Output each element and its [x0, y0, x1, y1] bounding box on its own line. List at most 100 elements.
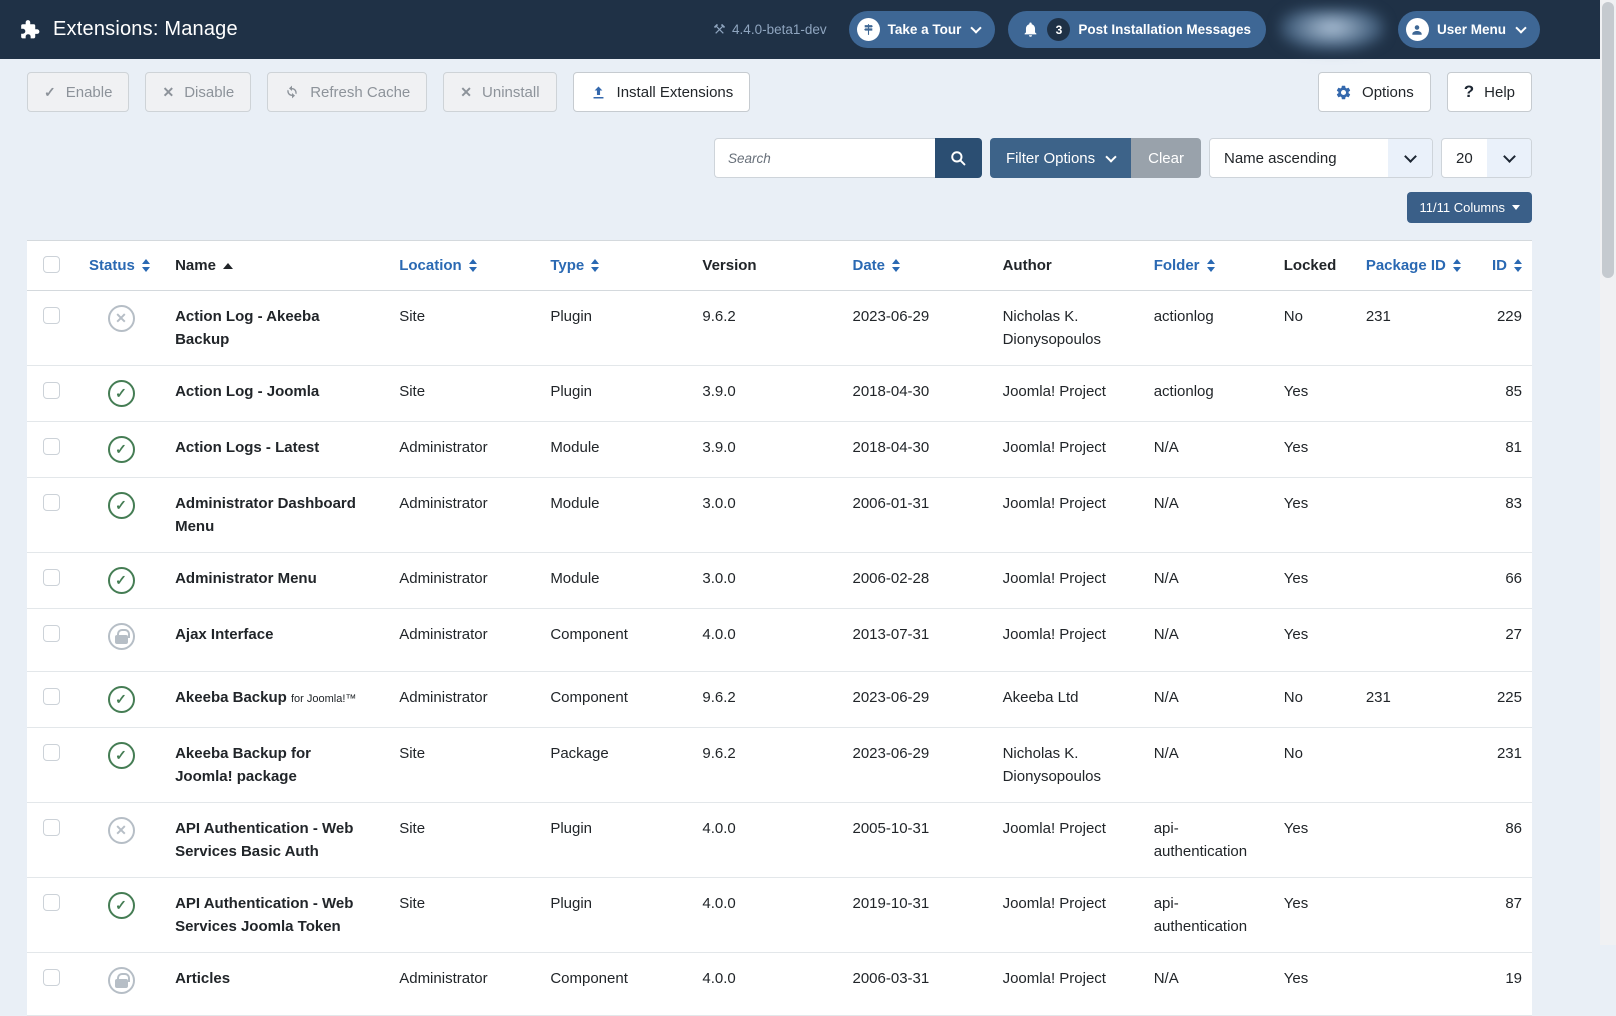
cell-location: Administrator: [391, 609, 542, 672]
column-sort-package-id[interactable]: Package ID: [1366, 257, 1461, 274]
uninstall-button[interactable]: ✕ Uninstall: [443, 72, 556, 112]
status-icon[interactable]: [108, 380, 135, 407]
status-icon[interactable]: [108, 567, 135, 594]
row-checkbox[interactable]: [43, 819, 60, 836]
cell-id: 87: [1480, 878, 1532, 953]
row-checkbox[interactable]: [43, 569, 60, 586]
column-sort-name[interactable]: Name: [175, 257, 233, 274]
cell-package-id: [1358, 953, 1480, 1016]
sort-icon: [892, 259, 900, 272]
sort-icon: [142, 259, 150, 272]
row-checkbox[interactable]: [43, 307, 60, 324]
cell-id: 27: [1480, 609, 1532, 672]
cell-type: Plugin: [542, 291, 694, 366]
cell-folder: api-authentication: [1146, 803, 1276, 878]
site-name-blurred[interactable]: [1279, 9, 1385, 51]
cell-folder: N/A: [1146, 553, 1276, 609]
table-row: Akeeba Backup for Joomla!™ Administrator…: [27, 672, 1532, 728]
cell-type: Component: [542, 953, 694, 1016]
cell-locked: Yes: [1276, 366, 1358, 422]
row-checkbox[interactable]: [43, 494, 60, 511]
status-icon[interactable]: [108, 436, 135, 463]
row-checkbox[interactable]: [43, 744, 60, 761]
extension-name: Action Log - Akeeba Backup: [175, 308, 319, 348]
status-icon[interactable]: [108, 892, 135, 919]
row-checkbox[interactable]: [43, 382, 60, 399]
cell-location: Site: [391, 291, 542, 366]
cell-author: Joomla! Project: [995, 478, 1146, 553]
cell-package-id: [1358, 553, 1480, 609]
cell-folder: N/A: [1146, 672, 1276, 728]
status-icon[interactable]: [108, 817, 135, 844]
user-menu-button[interactable]: User Menu: [1398, 11, 1540, 48]
row-checkbox[interactable]: [43, 438, 60, 455]
sort-order-select[interactable]: Name ascending: [1209, 138, 1433, 178]
clear-button[interactable]: Clear: [1131, 138, 1201, 178]
status-icon[interactable]: [108, 305, 135, 332]
row-checkbox[interactable]: [43, 625, 60, 642]
column-sort-id[interactable]: ID: [1492, 257, 1522, 274]
take-a-tour-button[interactable]: Take a Tour: [849, 11, 996, 48]
cell-date: 2018-04-30: [845, 366, 995, 422]
bell-icon: [1022, 21, 1039, 38]
x-icon: ✕: [460, 84, 472, 101]
filter-bar: Filter Options Clear Name ascending 20: [27, 138, 1532, 178]
cell-date: 2006-03-31: [845, 953, 995, 1016]
filter-options-button[interactable]: Filter Options: [990, 138, 1131, 178]
status-icon[interactable]: [108, 967, 135, 994]
options-button[interactable]: Options: [1318, 72, 1431, 112]
status-icon[interactable]: [108, 623, 135, 650]
cell-id: 86: [1480, 803, 1532, 878]
row-checkbox[interactable]: [43, 969, 60, 986]
column-locked: Locked: [1284, 257, 1337, 274]
search-input[interactable]: [714, 138, 935, 178]
sort-icon: [1207, 259, 1215, 272]
install-extensions-button[interactable]: Install Extensions: [573, 72, 751, 112]
cell-locked: Yes: [1276, 803, 1358, 878]
columns-toggle-button[interactable]: 11/11 Columns: [1407, 192, 1532, 223]
post-installation-messages-button[interactable]: 3 Post Installation Messages: [1008, 11, 1266, 48]
cell-locked: Yes: [1276, 878, 1358, 953]
row-checkbox[interactable]: [43, 688, 60, 705]
signpost-icon: [857, 18, 880, 41]
page-scrollbar[interactable]: [1600, 0, 1616, 945]
search-button[interactable]: [935, 138, 982, 178]
page-title: Extensions: Manage: [53, 18, 238, 41]
cell-date: 2023-06-29: [845, 728, 995, 803]
disable-button[interactable]: ✕ Disable: [145, 72, 251, 112]
status-icon[interactable]: [108, 492, 135, 519]
cell-author: Joomla! Project: [995, 366, 1146, 422]
topbar-actions: 4.4.0-beta1-dev Take a Tour 3 Post Insta…: [713, 9, 1540, 51]
extension-name: Administrator Menu: [175, 570, 317, 587]
column-sort-status[interactable]: Status: [89, 257, 150, 274]
table-row: Akeeba Backup for Joomla! package Site P…: [27, 728, 1532, 803]
list-limit-select[interactable]: 20: [1441, 138, 1532, 178]
table-row: Action Log - Akeeba Backup Site Plugin 9…: [27, 291, 1532, 366]
extension-name: API Authentication - Web Services Basic …: [175, 820, 353, 860]
select-all-checkbox[interactable]: [43, 256, 60, 273]
column-sort-type[interactable]: Type: [550, 257, 599, 274]
cell-type: Plugin: [542, 803, 694, 878]
status-icon[interactable]: [108, 742, 135, 769]
top-bar: Extensions: Manage 4.4.0-beta1-dev Take …: [0, 0, 1616, 59]
column-sort-folder[interactable]: Folder: [1154, 257, 1215, 274]
cell-type: Component: [542, 609, 694, 672]
help-button[interactable]: ? Help: [1447, 72, 1532, 112]
scrollbar-thumb[interactable]: [1602, 2, 1614, 278]
enable-button[interactable]: ✓ Enable: [27, 72, 129, 112]
cell-id: 225: [1480, 672, 1532, 728]
table-row: Action Logs - Latest Administrator Modul…: [27, 422, 1532, 478]
cell-locked: Yes: [1276, 609, 1358, 672]
cell-author: Joomla! Project: [995, 878, 1146, 953]
refresh-cache-button[interactable]: Refresh Cache: [267, 72, 427, 112]
row-checkbox[interactable]: [43, 894, 60, 911]
cell-date: 2013-07-31: [845, 609, 995, 672]
column-sort-location[interactable]: Location: [399, 257, 477, 274]
sort-icon: [1453, 259, 1461, 272]
check-icon: ✓: [44, 84, 56, 101]
cell-date: 2023-06-29: [845, 672, 995, 728]
status-icon[interactable]: [108, 686, 135, 713]
column-sort-date[interactable]: Date: [853, 257, 901, 274]
table-row: Ajax Interface Administrator Component 4…: [27, 609, 1532, 672]
cell-id: 85: [1480, 366, 1532, 422]
